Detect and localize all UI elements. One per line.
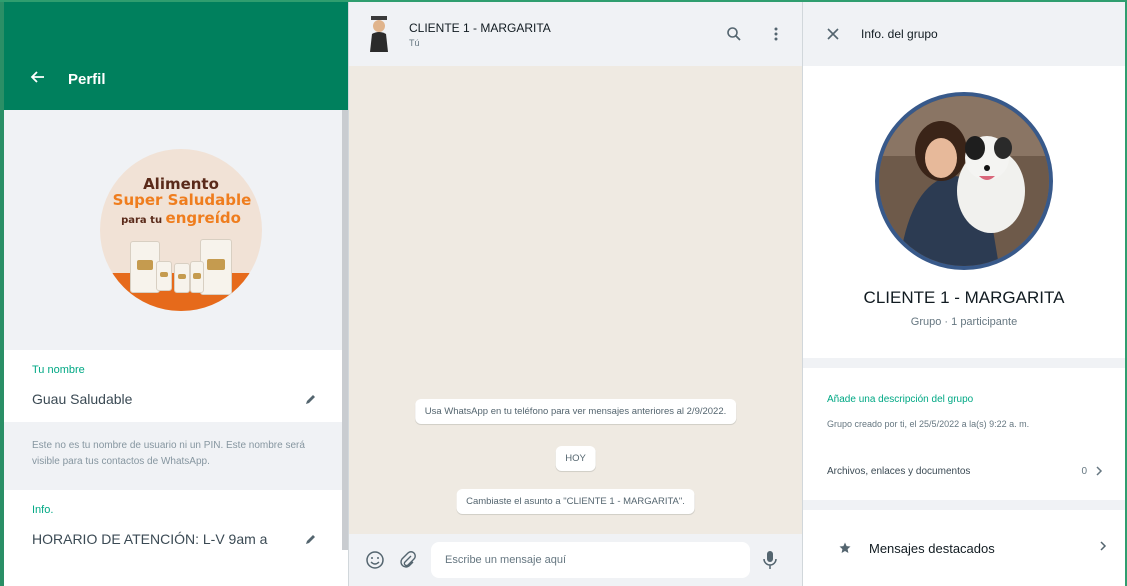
menu-kebab-icon[interactable] [764,22,788,46]
chevron-right-icon [1097,539,1109,557]
profile-photo-area: Alimento Super Saludable para tu engreíd… [4,110,348,350]
attach-paperclip-icon[interactable] [395,548,419,572]
name-hint: Este no es tu nombre de usuario ni un PI… [4,422,348,490]
chat-avatar[interactable] [365,16,393,52]
chat-messages-area: Usa WhatsApp en tu teléfono para ver men… [349,66,802,534]
group-created-text: Grupo creado por ti, el 25/5/2022 a la(s… [827,419,1030,429]
add-description-link[interactable]: Añade una descripción del grupo [827,394,1105,405]
chevron-right-icon [1096,466,1103,476]
product-bag [174,263,190,293]
name-section: Tu nombre Guau Saludable [4,350,348,422]
name-row: Guau Saludable [32,376,320,422]
profile-panel: Perfil Alimento Super Saludable para tu … [0,2,348,586]
whatsapp-web-window: Perfil Alimento Super Saludable para tu … [0,0,1127,586]
date-divider: HOY [555,446,596,471]
info-row: HORARIO DE ATENCIÓN: L-V 9am a [32,516,320,562]
chat-title: CLIENTE 1 - MARGARITA [409,20,551,35]
info-value: HORARIO DE ATENCIÓN: L-V 9am a [32,531,268,547]
files-count: 0 [1081,465,1105,477]
message-composer [349,534,802,586]
search-icon[interactable] [722,22,746,46]
edit-info-pencil-icon[interactable] [302,530,320,548]
chat-subtitle: Tú [409,37,420,48]
starred-label: Mensajes destacados [869,540,995,556]
files-links-docs-row[interactable]: Archivos, enlaces y documentos 0 [827,465,1105,477]
back-arrow-icon[interactable] [26,66,48,88]
profile-header: Perfil [4,2,348,110]
group-meta: Grupo · 1 participante [910,316,1018,328]
chat-header[interactable]: CLIENTE 1 - MARGARITA Tú [349,2,802,66]
group-name: CLIENTE 1 - MARGARITA [863,288,1065,307]
group-description-card: Añade una descripción del grupo Grupo cr… [803,368,1125,500]
close-icon[interactable] [823,24,843,44]
profile-title: Perfil [68,71,106,88]
info-section: Info. HORARIO DE ATENCIÓN: L-V 9am a [4,490,348,586]
starred-messages-row[interactable]: Mensajes destacados [803,510,1125,586]
profile-scrollbar[interactable] [342,110,348,550]
group-info-title: Info. del grupo [861,27,938,41]
group-profile-card: CLIENTE 1 - MARGARITA Grupo · 1 particip… [803,66,1125,358]
star-icon [837,540,853,556]
microphone-icon[interactable] [758,548,782,572]
chat-title-wrap: CLIENTE 1 - MARGARITA Tú [409,21,704,48]
group-info-panel: Info. del grupo CLIENTE 1 - MARGARITA Gr… [802,2,1125,586]
files-label: Archivos, enlaces y documentos [827,465,971,477]
message-input[interactable] [431,542,750,578]
product-bag [200,239,232,295]
emoji-icon[interactable] [363,548,387,572]
chat-panel: CLIENTE 1 - MARGARITA Tú Usa WhatsApp en… [348,2,802,586]
product-bag [156,261,172,291]
system-message: Usa WhatsApp en tu teléfono para ver men… [414,399,737,424]
system-message: Cambiaste el asunto a "CLIENTE 1 - MARGA… [456,489,695,514]
profile-photo[interactable]: Alimento Super Saludable para tu engreíd… [100,149,262,311]
group-photo[interactable] [875,92,1053,270]
info-label: Info. [32,504,54,516]
product-bag [190,261,204,293]
name-label: Tu nombre [32,364,85,376]
name-value: Guau Saludable [32,391,133,407]
promo-line-3: para tu engreído [121,209,241,227]
group-info-header: Info. del grupo [803,2,1125,66]
promo-line-2: Super Saludable [112,191,252,209]
edit-name-pencil-icon[interactable] [302,390,320,408]
